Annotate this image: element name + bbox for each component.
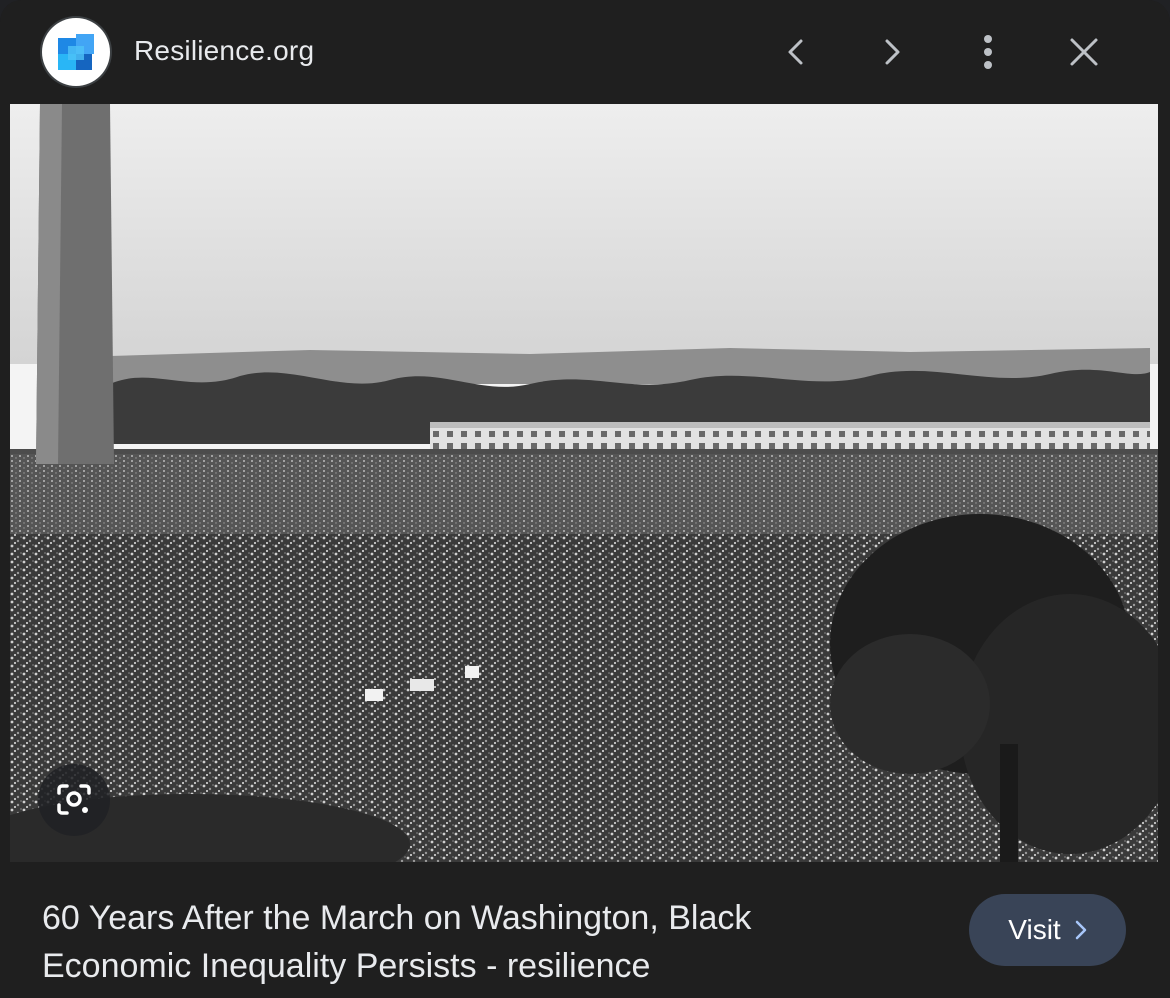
visit-label: Visit: [1008, 914, 1061, 945]
caption-line-2: Economic Inequality Persists - resilienc…: [42, 947, 651, 985]
caption-line-1: 60 Years After the March on Washington, …: [42, 899, 752, 937]
preview-image[interactable]: [10, 104, 1158, 862]
more-vert-icon: [984, 35, 992, 69]
image-caption[interactable]: 60 Years After the March on Washington, …: [42, 894, 862, 990]
previous-button[interactable]: [772, 28, 820, 76]
favicon-icon: [58, 34, 94, 70]
close-icon: [1070, 38, 1098, 66]
next-button[interactable]: [868, 28, 916, 76]
site-name[interactable]: Resilience.org: [134, 35, 314, 67]
chevron-right-icon: [1075, 920, 1086, 940]
viewer-header: Resilience.org: [0, 0, 1170, 104]
close-button[interactable]: [1060, 28, 1108, 76]
image-viewer-panel: Resilience.org 60 Years After the March …: [0, 0, 1170, 998]
search-image-button[interactable]: [38, 764, 110, 836]
chevron-left-icon: [788, 39, 803, 65]
site-favicon[interactable]: [42, 18, 110, 86]
more-options-button[interactable]: [964, 28, 1012, 76]
google-lens-icon: [57, 784, 91, 815]
march-on-washington-photo: [10, 104, 1158, 862]
chevron-right-icon: [885, 39, 900, 65]
visit-button[interactable]: Visit: [969, 894, 1126, 966]
